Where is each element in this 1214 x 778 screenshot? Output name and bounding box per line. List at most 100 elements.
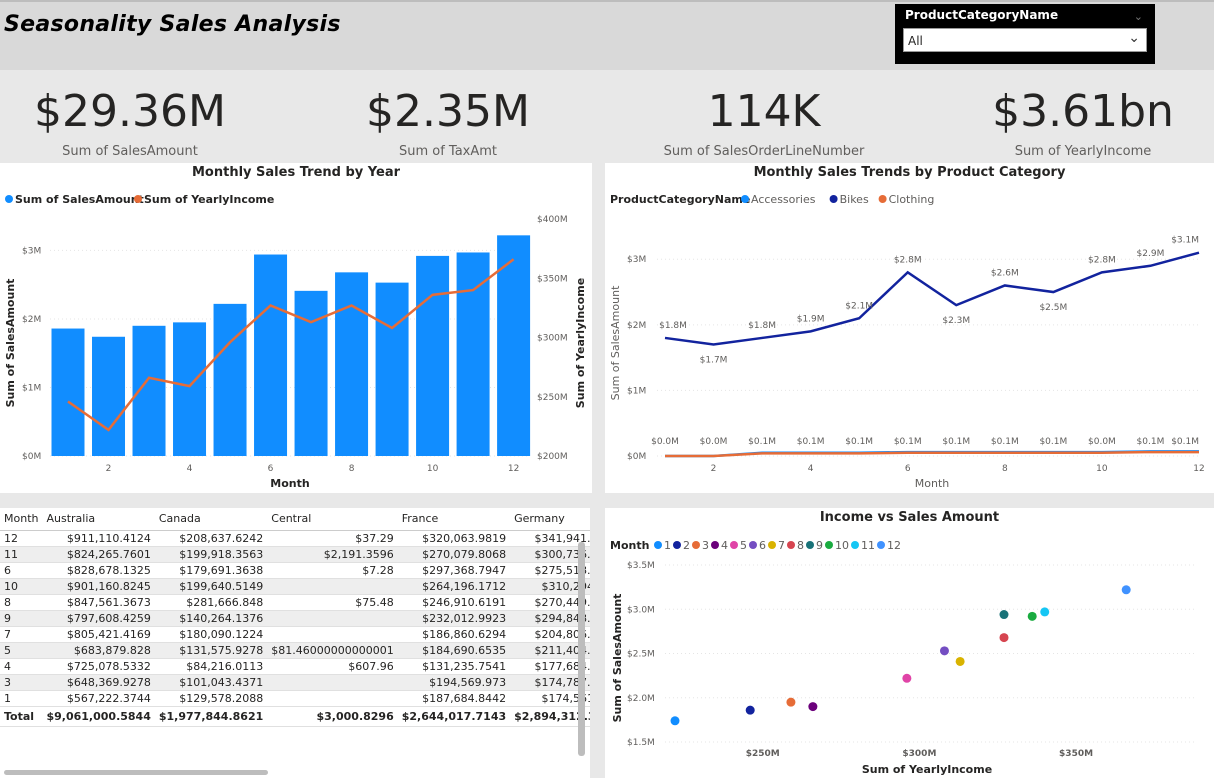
x-axis-label: Sum of YearlyIncome — [862, 763, 992, 776]
line-chart-svg: ProductCategoryName Accessories Bikes Cloth… — [609, 193, 1205, 490]
column-header[interactable]: Canada — [154, 508, 268, 531]
data-label: $2.3M — [942, 316, 970, 326]
data-label: $0.1M — [1137, 437, 1165, 447]
legend-marker — [749, 541, 757, 549]
table-row[interactable]: 9 $797,608.4259 $140,264.1376 $232,012.9923… — [0, 610, 590, 627]
kpi-value: $29.36M — [34, 86, 226, 137]
chevron-down-icon[interactable]: ⌄ — [1134, 10, 1143, 23]
y-tick-label: $2M — [627, 321, 646, 331]
x-tick-label: 2 — [711, 464, 717, 474]
kpi-label: Sum of SalesAmount — [62, 144, 198, 159]
table-cell: $828,678.1325 — [42, 562, 155, 579]
table-row[interactable]: 12 $911,110.4124 $208,637.6242 $37.29 $320,0… — [0, 530, 590, 547]
legend-label: Sum of SalesAmount — [15, 193, 144, 206]
table-cell: $281,666.848 — [154, 594, 268, 611]
column-header[interactable]: Central — [267, 508, 398, 531]
column-header[interactable]: Germany — [510, 508, 590, 531]
slicer-value: All — [908, 34, 923, 48]
y-tick-label: $1M — [22, 383, 41, 393]
data-label: $0.1M — [894, 437, 922, 447]
horizontal-scrollbar[interactable] — [4, 770, 268, 775]
total-row: Total $9,061,000.5844 $1,977,844.8621 $3,00… — [0, 705, 590, 727]
table-row[interactable]: 1 $567,222.3744 $129,578.2088 $187,684.8442… — [0, 690, 590, 707]
legend-marker — [787, 541, 795, 549]
slicer-dropdown[interactable]: All ⌄ — [903, 28, 1147, 52]
income-vs-sales-chart[interactable]: Income vs Sales Amount Month 1 2 3 4 5 6 7 8 9 10 1… — [605, 508, 1214, 778]
legend-marker — [5, 195, 13, 203]
y2-tick-label: $400M — [537, 215, 568, 225]
column-header[interactable]: Month — [0, 508, 43, 531]
x-tick-label: 4 — [187, 464, 193, 474]
table-cell: $683,879.828 — [42, 642, 155, 659]
country-sales-matrix[interactable]: Month Australia Canada Central France Germany… — [0, 508, 590, 778]
table-cell: $140,264.1376 — [154, 610, 268, 627]
table-cell: $824,265.7601 — [42, 546, 155, 563]
scatter-point-month-6 — [939, 646, 949, 656]
page-title: Seasonality Sales Analysis — [4, 12, 341, 37]
category-slicer[interactable]: ProductCategoryName ⌄ All ⌄ — [895, 4, 1155, 64]
total-cell: $1,977,844.8621 — [154, 705, 268, 727]
y2-tick-label: $250M — [537, 393, 568, 403]
data-label: $0.0M — [700, 437, 728, 447]
data-label: $2.6M — [991, 268, 1019, 278]
data-label: $0.0M — [1088, 437, 1116, 447]
y2-axis-label: Sum of YearlyIncome — [574, 278, 587, 408]
table-row[interactable]: 7 $805,421.4169 $180,090.1224 $186,860.6294… — [0, 626, 590, 643]
total-cell: $9,061,000.5844 — [42, 705, 155, 727]
chevron-down-icon[interactable]: ⌄ — [1128, 30, 1140, 46]
legend-marker — [134, 195, 142, 203]
table-cell: $797,608.4259 — [42, 610, 155, 627]
column-header[interactable]: Australia — [42, 508, 155, 531]
x-tick-label: 8 — [1002, 464, 1008, 474]
table-cell — [267, 626, 398, 643]
table-cell: 8 — [0, 594, 43, 611]
table-cell: $567,222.3744 — [42, 690, 155, 707]
legend-marker — [878, 195, 887, 203]
monthly-sales-trend-chart[interactable]: Monthly Sales Trend by Year Sum of Sales… — [0, 163, 592, 493]
data-label: $0.1M — [1171, 437, 1199, 447]
table-row[interactable]: 3 $648,369.9278 $101,043.4371 $194,569.973 $… — [0, 674, 590, 691]
table-cell: $911,110.4124 — [42, 530, 155, 547]
legend-marker — [768, 541, 776, 549]
data-label: $1.7M — [700, 356, 728, 366]
vertical-scrollbar[interactable] — [578, 542, 585, 756]
table-row[interactable]: 4 $725,078.5332 $84,216.0113 $607.96 $131,23… — [0, 658, 590, 675]
legend-title: ProductCategoryName — [610, 193, 750, 206]
legend-label: 3 — [702, 539, 709, 552]
table-cell: $187,684.8442 — [397, 690, 511, 707]
legend-marker — [829, 195, 838, 203]
table-cell: 12 — [0, 530, 43, 547]
data-label: $1.8M — [748, 321, 776, 331]
kpi-value: $2.35M — [366, 86, 530, 137]
y-axis-label: Sum of SalesAmount — [611, 594, 624, 723]
table-row[interactable]: 11 $824,265.7601 $199,918.3563 $2,191.3596 $… — [0, 546, 590, 563]
data-label: $1.8M — [659, 321, 687, 331]
y2-tick-label: $350M — [537, 274, 568, 284]
table-cell: $101,043.4371 — [154, 674, 268, 691]
table-row[interactable]: 8 $847,561.3673 $281,666.848 $75.48 $246,910… — [0, 594, 590, 611]
data-label: $0.1M — [845, 437, 873, 447]
table-cell: 3 — [0, 674, 43, 691]
x-tick-label: 12 — [508, 464, 519, 474]
table-cell: $186,860.6294 — [397, 626, 511, 643]
table-cell: $2,191.3596 — [267, 546, 398, 563]
table-row[interactable]: 6 $828,678.1325 $179,691.3638 $7.28 $297,368… — [0, 562, 590, 579]
category-trend-chart[interactable]: Monthly Sales Trends by Product Category… — [605, 163, 1214, 493]
column-header[interactable]: France — [397, 508, 511, 531]
table-cell: $648,369.9278 — [42, 674, 155, 691]
data-label: $2.9M — [1137, 249, 1165, 259]
matrix-table: Month Australia Canada Central France Germany… — [0, 508, 590, 727]
y-tick-label: $2.5M — [627, 650, 655, 660]
kpi-card-order-lines: 114K Sum of SalesOrderLineNumber — [614, 80, 914, 159]
table-row[interactable]: 5 $683,879.828 $131,575.9278 $81.4600000000… — [0, 642, 590, 659]
table-cell: $179,691.3638 — [154, 562, 268, 579]
table-cell: $184,690.6535 — [397, 642, 511, 659]
table-cell: $208,637.6242 — [154, 530, 268, 547]
table-cell: $847,561.3673 — [42, 594, 155, 611]
table-row[interactable]: 10 $901,160.8245 $199,640.5149 $264,196.171… — [0, 578, 590, 595]
series-line-bikes — [664, 251, 1200, 346]
y-tick-label: $3M — [22, 246, 41, 256]
legend-label: 4 — [721, 539, 728, 552]
bar-month-4 — [173, 322, 207, 456]
bar-month-10 — [416, 255, 450, 456]
